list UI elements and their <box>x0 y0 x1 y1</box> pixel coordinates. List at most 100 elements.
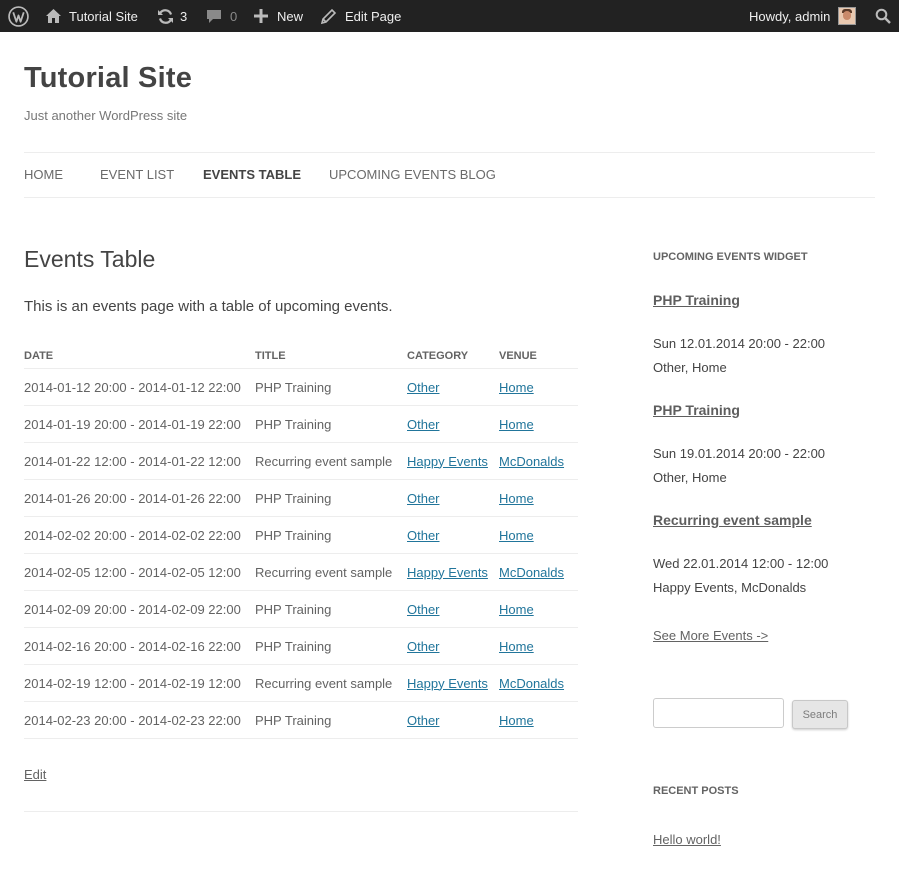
page-intro: This is an events page with a table of u… <box>24 298 393 315</box>
home-icon <box>45 8 62 24</box>
column-header-category: CATEGORY <box>407 344 499 369</box>
column-header-date: DATE <box>24 344 255 369</box>
site-name-link[interactable]: Tutorial Site <box>45 0 138 32</box>
nav-item-upcoming-events-blog[interactable]: UPCOMING EVENTS BLOG <box>329 167 496 182</box>
event-category-cell: Happy Events <box>407 664 499 702</box>
event-title: PHP Training <box>255 590 407 628</box>
event-title: Recurring event sample <box>255 442 407 480</box>
recent-post-link[interactable]: Hello world! <box>653 832 721 847</box>
widget-event-title-link[interactable]: Recurring event sample <box>653 512 812 528</box>
event-category-link[interactable]: Other <box>407 417 440 432</box>
search-button[interactable]: Search <box>792 700 848 729</box>
edit-link[interactable]: Edit <box>24 767 46 782</box>
table-row: 2014-01-22 12:00 - 2014-01-22 12:00 Recu… <box>24 442 578 480</box>
event-venue-cell: McDonalds <box>499 664 578 702</box>
avatar <box>838 7 857 25</box>
event-date: 2014-02-05 12:00 - 2014-02-05 12:00 <box>24 553 255 591</box>
table-header-row: DATE TITLE CATEGORY VENUE <box>24 344 578 369</box>
event-venue-cell: McDonalds <box>499 553 578 591</box>
table-row: 2014-02-02 20:00 - 2014-02-02 22:00 PHP … <box>24 516 578 554</box>
event-venue-link[interactable]: Home <box>499 417 534 432</box>
event-category-link[interactable]: Other <box>407 639 440 654</box>
plus-icon <box>254 9 268 23</box>
event-category-link[interactable]: Other <box>407 528 440 543</box>
event-title: PHP Training <box>255 405 407 443</box>
event-category-link[interactable]: Other <box>407 491 440 506</box>
event-title: PHP Training <box>255 516 407 554</box>
widget-event-title-link[interactable]: PHP Training <box>653 292 740 308</box>
table-row: 2014-01-19 20:00 - 2014-01-19 22:00 PHP … <box>24 405 578 443</box>
event-venue-link[interactable]: McDonalds <box>499 565 564 580</box>
widget-event-title-link[interactable]: PHP Training <box>653 402 740 418</box>
event-category-cell: Other <box>407 368 499 406</box>
recent-posts-title: RECENT POSTS <box>653 785 739 797</box>
event-venue-cell: McDonalds <box>499 442 578 480</box>
events-table: DATE TITLE CATEGORY VENUE 2014-01-12 20:… <box>24 344 578 739</box>
comments-count: 0 <box>230 8 238 24</box>
event-title: PHP Training <box>255 479 407 517</box>
howdy-label: Howdy, admin <box>749 8 831 24</box>
event-category-link[interactable]: Other <box>407 602 440 617</box>
event-date: 2014-02-16 20:00 - 2014-02-16 22:00 <box>24 627 255 665</box>
event-venue-link[interactable]: McDonalds <box>499 454 564 469</box>
event-date: 2014-01-22 12:00 - 2014-01-22 12:00 <box>24 442 255 480</box>
event-category-cell: Other <box>407 590 499 628</box>
event-venue-link[interactable]: McDonalds <box>499 676 564 691</box>
comments-link[interactable]: 0 <box>206 0 237 32</box>
event-venue-link[interactable]: Home <box>499 491 534 506</box>
table-row: 2014-02-16 20:00 - 2014-02-16 22:00 PHP … <box>24 627 578 665</box>
my-account-link[interactable]: Howdy, admin <box>749 0 857 32</box>
new-content-link[interactable]: New <box>254 0 303 32</box>
event-venue-cell: Home <box>499 479 578 517</box>
event-venue-link[interactable]: Home <box>499 380 534 395</box>
site-description: Just another WordPress site <box>24 108 188 123</box>
widget-event-datetime: Sun 12.01.2014 20:00 - 22:00 <box>653 336 826 351</box>
event-category-link[interactable]: Other <box>407 713 440 728</box>
event-venue-link[interactable]: Home <box>499 602 534 617</box>
event-title: PHP Training <box>255 368 407 406</box>
search-icon[interactable] <box>875 0 891 32</box>
event-venue-cell: Home <box>499 627 578 665</box>
widget-event-meta: Other, Home <box>653 470 727 485</box>
event-title: PHP Training <box>255 627 407 665</box>
event-category-link[interactable]: Happy Events <box>407 454 488 469</box>
wordpress-logo-icon[interactable] <box>8 0 29 32</box>
event-venue-link[interactable]: Home <box>499 713 534 728</box>
event-venue-link[interactable]: Home <box>499 639 534 654</box>
event-category-cell: Other <box>407 627 499 665</box>
table-row: 2014-02-05 12:00 - 2014-02-05 12:00 Recu… <box>24 553 578 591</box>
column-header-title: TITLE <box>255 344 407 369</box>
updates-count: 3 <box>180 8 188 24</box>
see-more-events-link[interactable]: See More Events -> <box>653 628 768 643</box>
main-navigation: HOME EVENT LIST EVENTS TABLE UPCOMING EV… <box>24 152 875 198</box>
nav-item-home[interactable]: HOME <box>24 167 63 182</box>
table-row: 2014-02-23 20:00 - 2014-02-23 22:00 PHP … <box>24 701 578 739</box>
event-category-link[interactable]: Happy Events <box>407 565 488 580</box>
event-category-link[interactable]: Happy Events <box>407 676 488 691</box>
event-date: 2014-02-02 20:00 - 2014-02-02 22:00 <box>24 516 255 554</box>
widget-event-datetime: Sun 19.01.2014 20:00 - 22:00 <box>653 446 826 461</box>
search-input[interactable] <box>653 698 784 728</box>
edit-page-link[interactable]: Edit Page <box>320 0 401 32</box>
event-venue-cell: Home <box>499 516 578 554</box>
event-venue-link[interactable]: Home <box>499 528 534 543</box>
event-date: 2014-02-23 20:00 - 2014-02-23 22:00 <box>24 701 255 739</box>
nav-item-events-table[interactable]: EVENTS TABLE <box>203 167 301 182</box>
event-category-cell: Other <box>407 479 499 517</box>
new-label: New <box>277 8 304 24</box>
updates-link[interactable]: 3 <box>157 0 187 32</box>
event-category-link[interactable]: Other <box>407 380 440 395</box>
nav-item-event-list[interactable]: EVENT LIST <box>100 167 174 182</box>
event-category-cell: Other <box>407 405 499 443</box>
site-title[interactable]: Tutorial Site <box>24 62 192 95</box>
table-row: 2014-01-12 20:00 - 2014-01-12 22:00 PHP … <box>24 368 578 406</box>
widget-event-meta: Happy Events, McDonalds <box>653 580 807 595</box>
event-title: PHP Training <box>255 701 407 739</box>
edit-page-label: Edit Page <box>345 8 402 24</box>
event-date: 2014-01-19 20:00 - 2014-01-19 22:00 <box>24 405 255 443</box>
comment-icon <box>206 9 222 24</box>
widget-event-datetime: Wed 22.01.2014 12:00 - 12:00 <box>653 556 829 571</box>
event-date: 2014-01-26 20:00 - 2014-01-26 22:00 <box>24 479 255 517</box>
event-category-cell: Happy Events <box>407 442 499 480</box>
refresh-icon <box>157 8 174 25</box>
